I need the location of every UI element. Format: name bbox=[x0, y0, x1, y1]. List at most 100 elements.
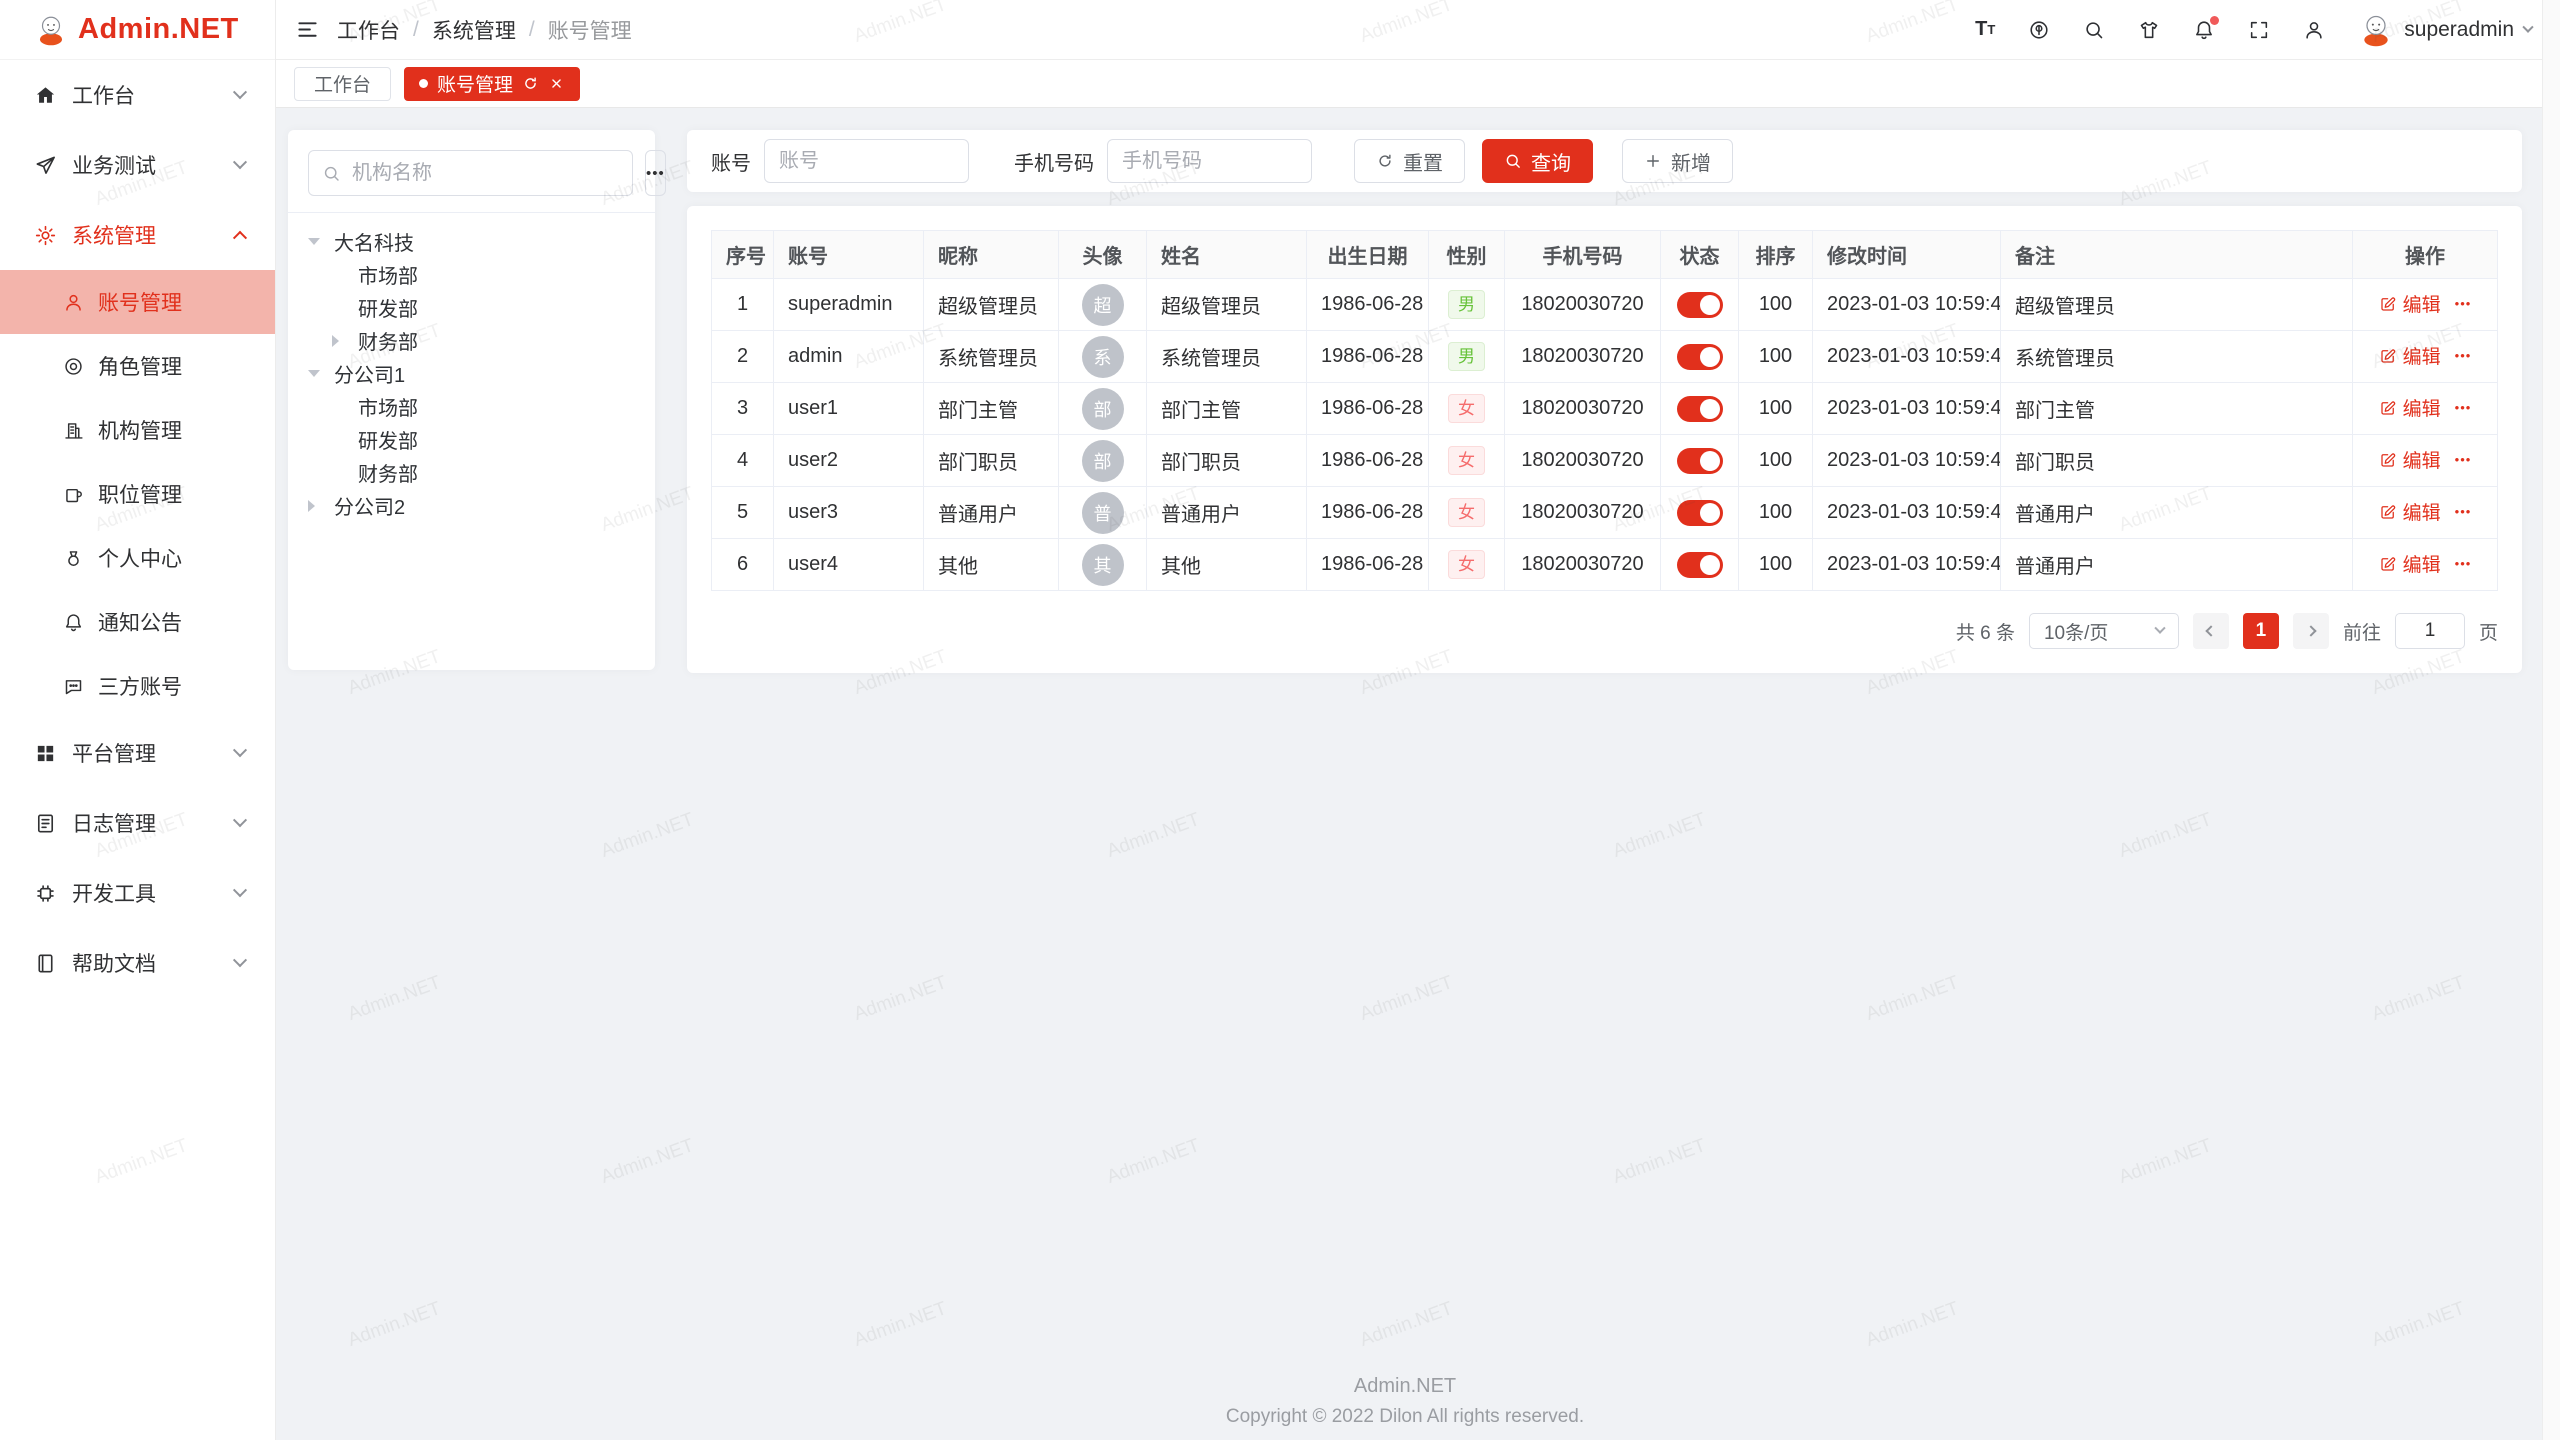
page-unit-label: 页 bbox=[2479, 618, 2498, 645]
tree-node[interactable]: 大名科技 bbox=[308, 225, 635, 258]
tree-more-button[interactable]: ••• bbox=[645, 150, 666, 196]
tree-node[interactable]: 财务部 bbox=[308, 456, 635, 489]
user-icon[interactable] bbox=[2303, 19, 2325, 41]
search-icon[interactable] bbox=[2083, 19, 2105, 41]
page-size-select[interactable]: 10条/页 bbox=[2029, 613, 2179, 649]
edit-button[interactable]: 编辑 bbox=[2379, 394, 2441, 421]
prev-page-button[interactable] bbox=[2193, 613, 2229, 649]
column-header: 性别 bbox=[1429, 231, 1505, 279]
collapse-sidebar-icon[interactable] bbox=[296, 18, 319, 41]
status-toggle[interactable] bbox=[1677, 500, 1723, 526]
sidebar-item-notice[interactable]: 通知公告 bbox=[0, 590, 275, 654]
sidebar-item-third-party-account[interactable]: 三方账号 bbox=[0, 654, 275, 718]
query-button[interactable]: 查询 bbox=[1482, 139, 1593, 183]
sidebar-item-org-management[interactable]: 机构管理 bbox=[0, 398, 275, 462]
phone-filter-input[interactable] bbox=[1107, 139, 1312, 183]
fullscreen-icon[interactable] bbox=[2248, 19, 2270, 41]
account-filter-input[interactable] bbox=[764, 139, 969, 183]
row-more-button[interactable]: ••• bbox=[2455, 400, 2472, 415]
tree-node[interactable]: 分公司2 bbox=[308, 489, 635, 522]
cell-remark: 普通用户 bbox=[2001, 539, 2353, 591]
tree-caret-icon[interactable] bbox=[308, 500, 334, 512]
edit-button[interactable]: 编辑 bbox=[2379, 498, 2441, 525]
page-scrollbar[interactable] bbox=[2542, 0, 2560, 1440]
sidebar-item-personal-center[interactable]: 个人中心 bbox=[0, 526, 275, 590]
cell-modified: 2023-01-03 10:59:44 bbox=[1813, 331, 2001, 383]
user-menu[interactable]: superadmin bbox=[2358, 12, 2532, 48]
edit-icon bbox=[2379, 503, 2397, 521]
edit-button[interactable]: 编辑 bbox=[2379, 550, 2441, 577]
tree-node[interactable]: 研发部 bbox=[308, 291, 635, 324]
sidebar-item-role-management[interactable]: 角色管理 bbox=[0, 334, 275, 398]
tab-workbench[interactable]: 工作台 bbox=[294, 67, 391, 101]
sidebar-item-platform-management[interactable]: 平台管理 bbox=[0, 718, 275, 788]
cell-nickname: 普通用户 bbox=[924, 487, 1059, 539]
tab-account-management[interactable]: 账号管理 bbox=[404, 67, 580, 101]
breadcrumb: 工作台 / 系统管理 / 账号管理 bbox=[337, 15, 632, 45]
refresh-icon[interactable] bbox=[522, 75, 539, 92]
cell-phone: 18020030720 bbox=[1505, 539, 1661, 591]
brand-logo[interactable]: Admin.NET bbox=[0, 0, 275, 60]
status-toggle[interactable] bbox=[1677, 292, 1723, 318]
tree-caret-icon[interactable] bbox=[308, 370, 334, 377]
status-toggle[interactable] bbox=[1677, 552, 1723, 578]
sidebar-item-label: 日志管理 bbox=[72, 808, 235, 838]
breadcrumb-item[interactable]: 工作台 bbox=[337, 15, 400, 45]
tree-caret-icon[interactable] bbox=[332, 335, 358, 347]
tree-node[interactable]: 财务部 bbox=[308, 324, 635, 357]
cell-modified: 2023-01-03 10:59:44 bbox=[1813, 435, 2001, 487]
row-more-button[interactable]: ••• bbox=[2455, 556, 2472, 571]
tab-label: 工作台 bbox=[314, 70, 371, 97]
notification-icon[interactable] bbox=[2193, 19, 2215, 41]
goto-page-input[interactable] bbox=[2395, 613, 2465, 649]
top-navbar: 工作台 / 系统管理 / 账号管理 TT bbox=[276, 0, 2560, 60]
row-more-button[interactable]: ••• bbox=[2455, 296, 2472, 311]
sidebar-item-log-management[interactable]: 日志管理 bbox=[0, 788, 275, 858]
tree-node[interactable]: 市场部 bbox=[308, 390, 635, 423]
sidebar-item-dev-tools[interactable]: 开发工具 bbox=[0, 858, 275, 928]
add-button[interactable]: 新增 bbox=[1622, 139, 1733, 183]
font-size-icon[interactable]: TT bbox=[1975, 18, 1995, 41]
gear-icon bbox=[34, 224, 57, 247]
cell-account: admin bbox=[774, 331, 924, 383]
edit-icon bbox=[2379, 295, 2397, 313]
column-header: 账号 bbox=[774, 231, 924, 279]
table-row: 5 user3 普通用户 普 普通用户 1986-06-28 女 1802003… bbox=[712, 487, 2498, 539]
sidebar-item-label: 职位管理 bbox=[98, 479, 182, 509]
row-more-button[interactable]: ••• bbox=[2455, 452, 2472, 467]
edit-button[interactable]: 编辑 bbox=[2379, 446, 2441, 473]
tree-caret-icon[interactable] bbox=[308, 238, 334, 245]
status-toggle[interactable] bbox=[1677, 448, 1723, 474]
breadcrumb-item[interactable]: 系统管理 bbox=[432, 15, 516, 45]
gender-badge: 男 bbox=[1448, 342, 1485, 372]
sidebar-item-account-management[interactable]: 账号管理 bbox=[0, 270, 275, 334]
cell-phone: 18020030720 bbox=[1505, 331, 1661, 383]
grid-icon bbox=[34, 742, 57, 765]
language-icon[interactable] bbox=[2028, 19, 2050, 41]
edit-button[interactable]: 编辑 bbox=[2379, 290, 2441, 317]
tree-node[interactable]: 市场部 bbox=[308, 258, 635, 291]
next-page-button[interactable] bbox=[2293, 613, 2329, 649]
reset-button[interactable]: 重置 bbox=[1354, 139, 1465, 183]
row-more-button[interactable]: ••• bbox=[2455, 348, 2472, 363]
sidebar-item-help-docs[interactable]: 帮助文档 bbox=[0, 928, 275, 998]
page-number-current[interactable]: 1 bbox=[2243, 613, 2279, 649]
edit-button[interactable]: 编辑 bbox=[2379, 342, 2441, 369]
status-toggle[interactable] bbox=[1677, 344, 1723, 370]
status-toggle[interactable] bbox=[1677, 396, 1723, 422]
tree-node-label: 分公司2 bbox=[334, 491, 405, 520]
cell-birthdate: 1986-06-28 bbox=[1307, 383, 1429, 435]
close-icon[interactable] bbox=[548, 75, 565, 92]
theme-icon[interactable] bbox=[2138, 19, 2160, 41]
sidebar-item-business-test[interactable]: 业务测试 bbox=[0, 130, 275, 200]
tree-node-label: 市场部 bbox=[358, 260, 418, 289]
main-area: 工作台 / 系统管理 / 账号管理 TT bbox=[276, 0, 2560, 1440]
sidebar-item-position-management[interactable]: 职位管理 bbox=[0, 462, 275, 526]
tree-node[interactable]: 分公司1 bbox=[308, 357, 635, 390]
sidebar-item-workbench[interactable]: 工作台 bbox=[0, 60, 275, 130]
sidebar-item-system-management[interactable]: 系统管理 bbox=[0, 200, 275, 270]
row-more-button[interactable]: ••• bbox=[2455, 504, 2472, 519]
tree-node[interactable]: 研发部 bbox=[308, 423, 635, 456]
column-header: 手机号码 bbox=[1505, 231, 1661, 279]
org-search-input[interactable] bbox=[350, 161, 619, 186]
